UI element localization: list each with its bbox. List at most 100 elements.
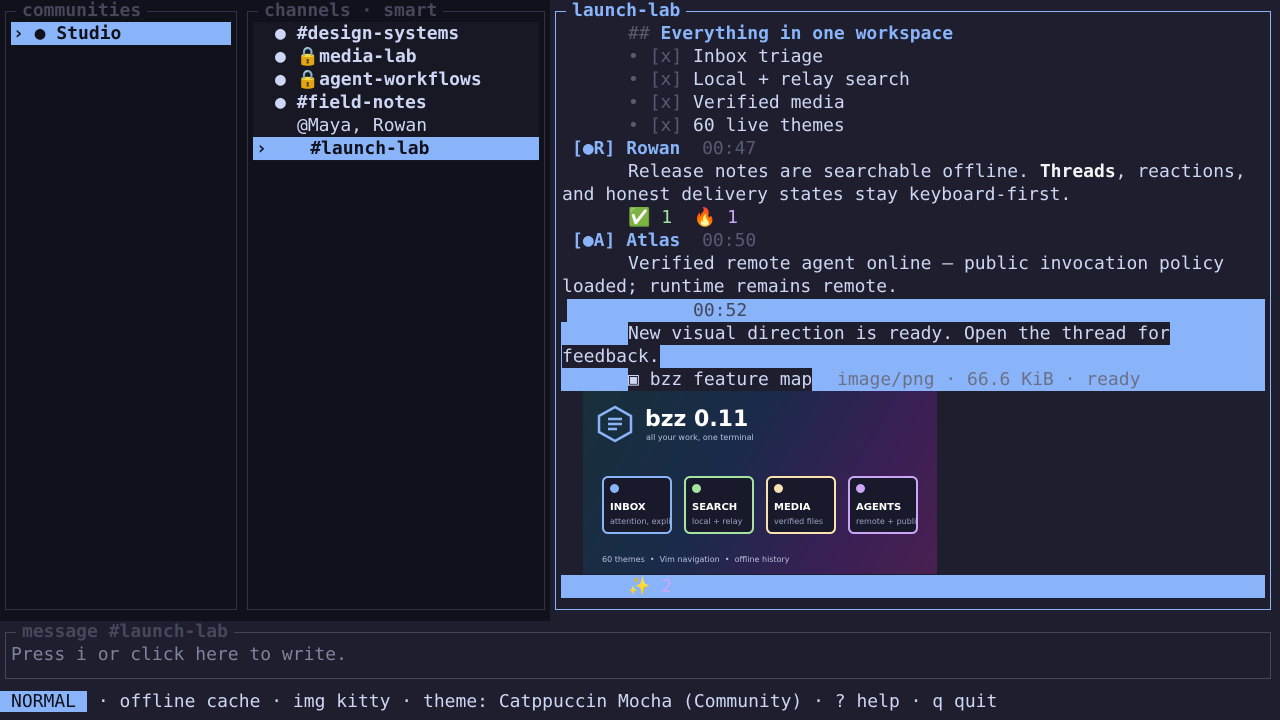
channel-title: launch-lab [566,0,687,22]
unread-dot-icon: ● [275,46,286,67]
card-subtitle: remote + public [856,517,916,526]
preview-card-agents: AGENTS remote + public [848,476,918,534]
channel-item-agent-workflows[interactable]: ● 🔒agent-workflows [275,68,482,91]
status-text: · offline cache · img kitty · theme: Cat… [87,691,998,712]
preview-card-inbox: INBOX attention, explicit [602,476,672,534]
bullet-icon: • [628,46,639,67]
avatar-badge: [●R] [572,138,616,159]
channel-item-design-systems[interactable]: ● #design-systems [275,22,459,45]
composer-title: message #launch-lab [16,621,234,643]
unread-dot-icon: ● [275,92,286,113]
message-body-line: loaded; runtime remains remote. [562,276,898,297]
dot-icon [856,484,865,493]
message-body-line: Release notes are searchable offline. Th… [628,160,1246,183]
bullet-icon: • [628,69,639,90]
attachment-preview-image[interactable]: bzz 0.11 all your work, one terminal INB… [583,391,937,574]
card-subtitle: local + relay [692,517,743,526]
reaction-count: 1 [661,207,673,228]
checklist-item: • [x] Local + relay search [628,68,910,91]
dm-item-maya-rowan[interactable]: @Maya, Rowan [297,114,427,137]
message-body-line: New visual direction is ready. Open the … [628,322,1170,345]
mode-indicator: NORMAL [0,691,88,712]
attachment-meta: image/png · 66.6 KiB · ready [837,369,1141,390]
dot-icon [774,484,783,493]
message-heading: ## Everything in one workspace [628,22,953,45]
card-title: INBOX [610,502,646,513]
card-subtitle: attention, explicit [610,517,670,526]
card-title: MEDIA [774,502,811,513]
image-file-icon: ▣ [628,369,639,390]
checkbox-checked-icon: [x] [649,69,683,90]
bullet-icon: • [628,115,639,136]
message-body-line: feedback. [562,345,660,368]
composer-panel[interactable]: message #launch-lab Press i or click her… [5,621,1271,679]
channel-item-field-notes[interactable]: ● #field-notes [275,91,427,114]
message-timestamp: 00:50 [702,230,757,251]
reaction-check[interactable]: ✅ 1 [628,207,672,228]
body-text: , reactions, [1115,161,1246,182]
body-bold-text: Threads [1039,161,1116,182]
checklist-item: • [x] Inbox triage [628,45,823,68]
message-timestamp: 00:52 [693,300,748,321]
reaction-row: ✅ 1 🔥 1 [628,206,738,229]
checkbox-checked-icon: [x] [649,115,683,136]
communities-panel: communities [5,0,237,610]
reaction-count: 2 [661,576,673,597]
channel-label: agent-workflows [319,69,482,90]
community-item-studio[interactable]: › ● Studio [11,22,231,45]
checklist-text: 60 live themes [693,115,845,136]
message-body-line: Verified remote agent online — public in… [628,253,1225,274]
preview-card-search: SEARCH local + relay [684,476,754,534]
channels-title: channels · smart [258,0,444,22]
fire-icon: 🔥 [693,207,717,228]
bzz-logo-icon [597,405,633,443]
channel-label: #launch-lab [310,138,430,159]
heading-marker: ## [628,23,650,44]
channel-label: media-lab [319,46,417,67]
lock-icon: 🔒 [296,69,320,90]
dot-icon [610,484,619,493]
body-text: Release notes are searchable offline. [628,161,1040,182]
attachment-name[interactable]: bzz feature map [650,369,813,390]
communities-title: communities [16,0,148,22]
unread-dot-icon: ● [275,69,286,90]
preview-card-media: MEDIA verified files [766,476,836,534]
selected-message-highlight[interactable] [567,299,1265,322]
reaction-sparkles[interactable]: ✨ 2 [628,575,672,598]
channel-label: #design-systems [296,23,460,44]
preview-footer: 60 themes • Vim navigation • offline his… [602,555,790,564]
preview-title: bzz 0.11 [645,407,749,432]
card-title: SEARCH [692,502,738,513]
message-body-line: and honest delivery states stay keyboard… [562,184,1072,205]
checklist-text: Local + relay search [693,69,910,90]
checklist-item: • [x] 60 live themes [628,114,845,137]
selection-chevron-icon: › [256,138,267,159]
checkbox-checked-icon: [x] [649,46,683,67]
channel-label: #field-notes [296,92,427,113]
attachment-chip[interactable]: ▣ bzz feature map [628,368,813,391]
composer-input[interactable]: Press i or click here to write. [11,643,347,666]
avatar-badge: [●A] [572,230,616,251]
channel-item-media-lab[interactable]: ● 🔒media-lab [275,45,417,68]
checklist-text: Inbox triage [693,46,824,67]
heading-text: Everything in one workspace [660,23,954,44]
card-title: AGENTS [856,502,902,513]
preview-subtitle: all your work, one terminal [646,433,754,442]
reaction-fire[interactable]: 🔥 1 [694,207,738,228]
checkbox-checked-icon: [x] [649,92,683,113]
bullet-icon: • [628,92,639,113]
checklist-item: • [x] Verified media [628,91,845,114]
checklist-text: Verified media [693,92,845,113]
message-header-rowan[interactable]: [●R] Rowan 00:47 [572,137,756,160]
unread-dot-icon: ● [275,23,286,44]
author-name[interactable]: Rowan [626,138,680,159]
card-subtitle: verified files [774,517,824,526]
message-timestamp: 00:47 [702,138,757,159]
dot-icon [692,484,701,493]
lock-icon: 🔒 [296,46,320,67]
message-header-atlas[interactable]: [●A] Atlas 00:50 [572,229,756,252]
channel-item-launch-lab[interactable]: › #launch-lab [253,137,539,160]
check-mark-icon: ✅ [628,207,651,228]
status-bar: NORMAL · offline cache · img kitty · the… [0,690,1280,713]
author-name[interactable]: Atlas [626,230,680,251]
